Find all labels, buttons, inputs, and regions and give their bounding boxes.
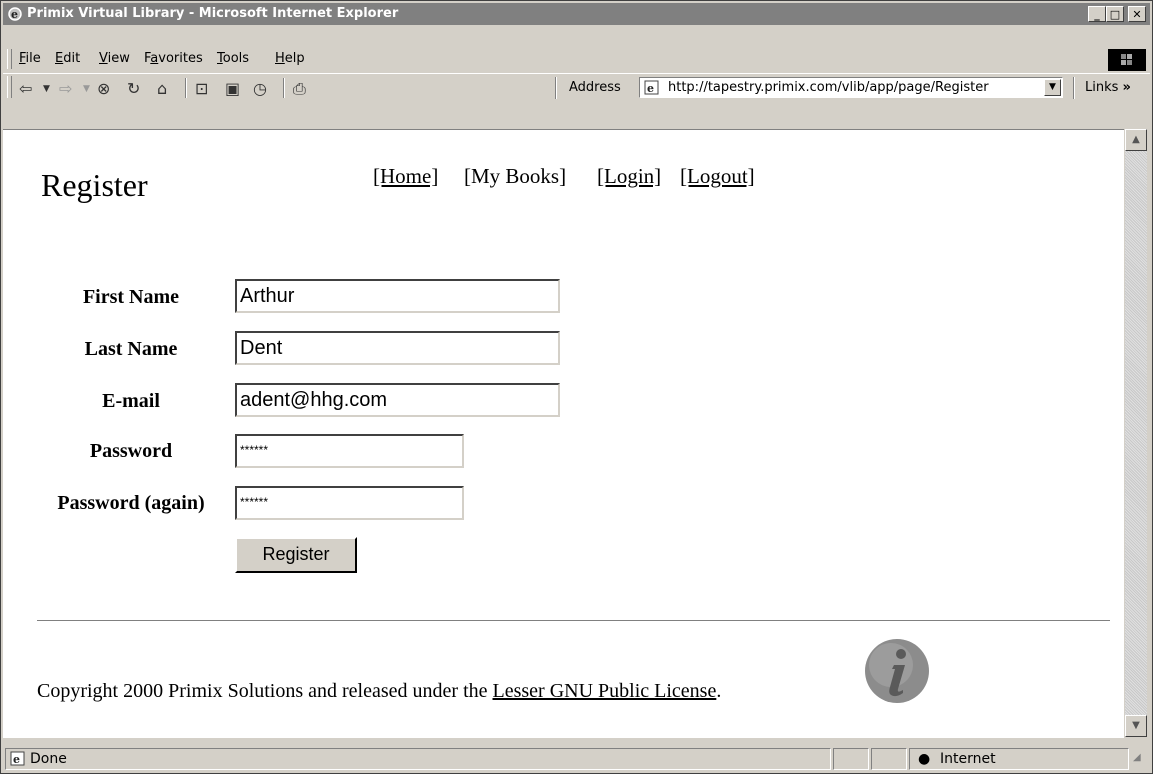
home-icon[interactable]: ⌂	[157, 79, 167, 98]
menu-bar: File Edit View Favorites Tools Help	[3, 47, 1150, 71]
page-title: Register	[41, 167, 148, 203]
vertical-scrollbar[interactable]: ▲ ▼	[1125, 129, 1147, 737]
svg-text:e: e	[11, 8, 18, 21]
zone-label: Internet	[940, 751, 996, 767]
scroll-up-button[interactable]: ▲	[1125, 129, 1147, 151]
toolbar-separator	[185, 78, 187, 98]
copyright-prefix: Copyright 2000 Primix Solutions and rele…	[37, 680, 493, 702]
scroll-down-button[interactable]: ▼	[1125, 715, 1147, 737]
status-main-panel: e Done	[5, 748, 831, 770]
email-field[interactable]: adent@hhg.com	[235, 383, 560, 417]
toolbar-grip[interactable]	[7, 76, 12, 98]
email-label: E-mail	[102, 390, 160, 412]
search-icon[interactable]: ⊡	[195, 79, 208, 98]
copyright-text: Copyright 2000 Primix Solutions and rele…	[37, 680, 721, 703]
status-text: Done	[30, 751, 67, 767]
close-button[interactable]: ✕	[1128, 6, 1146, 22]
status-bar: e Done ● Internet ◢	[3, 746, 1150, 772]
page-icon: e	[644, 80, 659, 95]
password-field[interactable]: ******	[235, 434, 464, 468]
minimize-button[interactable]: _	[1088, 6, 1106, 22]
register-button[interactable]: Register	[235, 537, 357, 573]
print-icon[interactable]: ⎙	[293, 79, 306, 99]
window-title: Primix Virtual Library - Microsoft Inter…	[27, 6, 399, 21]
first-name-label: First Name	[82, 286, 180, 308]
refresh-icon[interactable]: ↻	[127, 79, 140, 98]
nav-my-books: [My Books]	[464, 164, 567, 188]
svg-text:e: e	[13, 753, 20, 766]
nav-home-link[interactable]: [Home]	[373, 164, 438, 189]
copyright-period: .	[716, 680, 722, 702]
address-bar[interactable]: e http://tapestry.primix.com/vlib/app/pa…	[639, 77, 1063, 98]
menu-view[interactable]: View	[99, 51, 130, 66]
status-zone-panel: ● Internet	[909, 748, 1129, 770]
back-dropdown-icon[interactable]: ▼	[43, 84, 50, 94]
back-icon[interactable]: ⇦	[19, 79, 32, 98]
last-name-field[interactable]: Dent	[235, 331, 560, 365]
footer-divider	[37, 620, 1110, 622]
chevron-right-icon: »	[1122, 80, 1131, 95]
first-name-field[interactable]: Arthur	[235, 279, 560, 313]
menu-help[interactable]: Help	[275, 51, 305, 66]
forward-icon[interactable]: ⇨	[59, 79, 72, 98]
links-grip	[1073, 77, 1075, 99]
svg-text:e: e	[647, 82, 654, 95]
windows-flag-icon	[1121, 54, 1132, 65]
favorites-icon[interactable]: ▣	[225, 79, 240, 98]
status-panel-blank	[871, 748, 907, 770]
address-grip	[555, 77, 557, 99]
page-done-icon: e	[10, 751, 25, 766]
address-dropdown-button[interactable]: ▼	[1044, 79, 1061, 96]
menubar-grip[interactable]	[7, 49, 12, 69]
resize-grip-icon[interactable]: ◢	[1133, 752, 1141, 763]
password-label: Password	[89, 440, 173, 462]
last-name-label: Last Name	[84, 338, 178, 360]
title-bar[interactable]: e Primix Virtual Library - Microsoft Int…	[3, 3, 1150, 25]
password-again-label: Password (again)	[57, 492, 205, 514]
nav-login-link[interactable]: [Login]	[597, 164, 661, 189]
status-panel-blank	[833, 748, 869, 770]
menu-edit[interactable]: Edit	[55, 51, 80, 66]
globe-icon: ●	[918, 751, 931, 767]
info-icon[interactable]	[863, 637, 931, 705]
standard-toolbar: ⇦ ▼ ⇨ ▼ ⊗ ↻ ⌂ ⊡ ▣ ◷ ⎙ Address e http://t…	[3, 73, 1150, 102]
menu-tools[interactable]: Tools	[217, 51, 249, 66]
password-again-field[interactable]: ******	[235, 486, 464, 520]
history-icon[interactable]: ◷	[253, 79, 267, 98]
stop-icon[interactable]: ⊗	[97, 79, 110, 98]
links-button[interactable]: Links »	[1085, 80, 1131, 95]
links-label: Links	[1085, 80, 1119, 95]
ie-logo-icon: e	[8, 7, 22, 21]
maximize-button[interactable]: □	[1106, 6, 1124, 22]
page-viewport: Register [Home] [My Books] [Login] [Logo…	[3, 129, 1124, 738]
address-url[interactable]: http://tapestry.primix.com/vlib/app/page…	[668, 80, 1028, 95]
forward-dropdown-icon[interactable]: ▼	[83, 84, 90, 94]
menu-file[interactable]: File	[19, 51, 41, 66]
windows-logo-throbber	[1108, 49, 1146, 71]
menu-favorites[interactable]: Favorites	[144, 51, 203, 66]
address-label: Address	[569, 80, 621, 95]
browser-window: e Primix Virtual Library - Microsoft Int…	[0, 0, 1153, 774]
toolbar-separator	[283, 78, 285, 98]
nav-logout-link[interactable]: [Logout]	[680, 164, 755, 189]
lgpl-link[interactable]: Lesser GNU Public License	[493, 680, 717, 702]
